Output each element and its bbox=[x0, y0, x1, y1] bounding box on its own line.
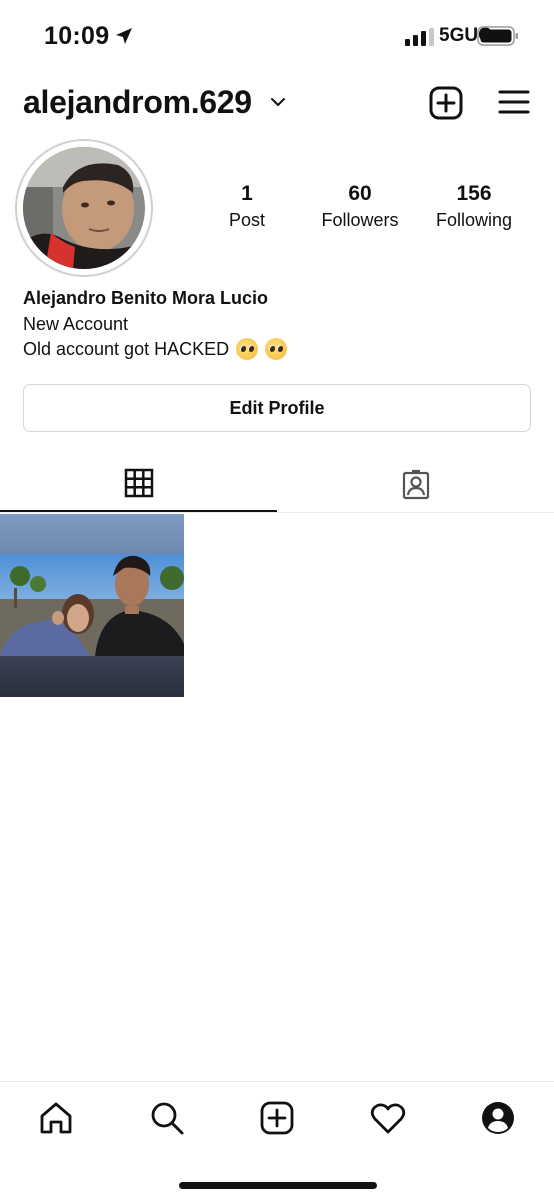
post-count-value: 1 bbox=[241, 182, 253, 205]
bio-line-2: Old account got HACKED bbox=[23, 338, 288, 360]
pleading-face-emoji-icon bbox=[236, 338, 259, 360]
post-count-label: Post bbox=[228, 210, 266, 230]
tagged-icon bbox=[402, 469, 429, 500]
profile-tabs bbox=[0, 456, 554, 513]
following-count-value: 156 bbox=[456, 182, 492, 205]
followers-count-value: 60 bbox=[348, 182, 372, 205]
tab-grid[interactable] bbox=[0, 456, 277, 512]
avatar-image bbox=[23, 147, 145, 269]
followers-count-label: Followers bbox=[321, 210, 399, 230]
location-arrow-icon bbox=[116, 28, 132, 44]
battery-icon bbox=[477, 26, 518, 46]
grid-icon bbox=[124, 468, 153, 498]
menu-icon[interactable] bbox=[498, 88, 530, 116]
status-bar: 10:09 5GUC bbox=[0, 0, 554, 74]
search-icon[interactable] bbox=[149, 1100, 185, 1136]
new-post-icon[interactable] bbox=[429, 86, 463, 120]
pleading-face-emoji-icon bbox=[265, 338, 288, 360]
following-count[interactable]: 156 Following bbox=[414, 182, 534, 231]
home-indicator[interactable] bbox=[179, 1182, 377, 1189]
bio-line-2-text: Old account got HACKED bbox=[23, 338, 230, 359]
post-count: 1 Post bbox=[187, 182, 307, 231]
full-name: Alejandro Benito Mora Lucio bbox=[23, 288, 269, 308]
username[interactable]: alejandrom.629 bbox=[23, 84, 252, 121]
cellular-signal-icon bbox=[405, 28, 434, 46]
home-icon[interactable] bbox=[38, 1100, 74, 1136]
following-count-label: Following bbox=[435, 210, 513, 230]
profile-header: alejandrom.629 bbox=[0, 80, 554, 130]
chevron-down-icon[interactable] bbox=[270, 96, 286, 108]
status-time: 10:09 bbox=[44, 22, 110, 50]
create-icon[interactable] bbox=[259, 1100, 295, 1136]
followers-count[interactable]: 60 Followers bbox=[300, 182, 420, 231]
edit-profile-button[interactable]: Edit Profile bbox=[23, 384, 531, 432]
bio-line-1: New Account bbox=[23, 314, 129, 334]
profile-icon[interactable] bbox=[480, 1100, 516, 1136]
avatar[interactable] bbox=[15, 139, 153, 277]
post-thumbnail[interactable] bbox=[0, 514, 184, 697]
tab-tagged[interactable] bbox=[277, 456, 554, 512]
activity-heart-icon[interactable] bbox=[370, 1100, 406, 1136]
